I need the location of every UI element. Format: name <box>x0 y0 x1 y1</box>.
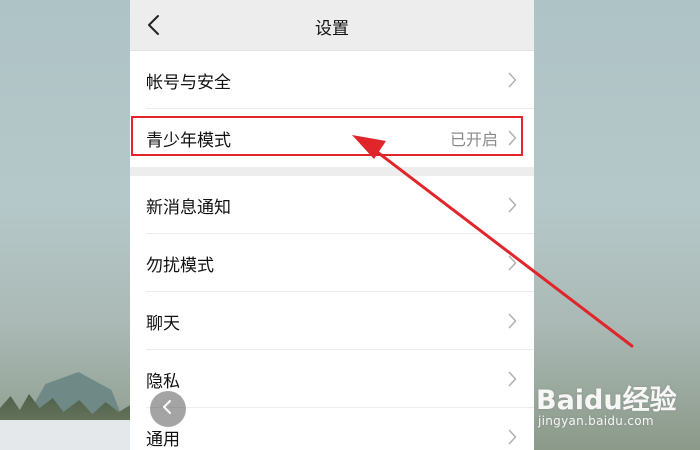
chevron-right-icon <box>508 371 517 387</box>
settings-item-label: 新消息通知 <box>146 197 231 218</box>
settings-item-general[interactable]: 通用 <box>130 408 534 450</box>
nav-bar: 设置 <box>130 0 534 51</box>
settings-item-chat[interactable]: 聊天 <box>130 292 534 350</box>
settings-item-label: 聊天 <box>146 313 180 334</box>
settings-item-label: 帐号与安全 <box>146 72 231 93</box>
settings-item-do-not-disturb[interactable]: 勿扰模式 <box>130 234 534 292</box>
settings-item-teen-mode[interactable]: 青少年模式 已开启 <box>130 109 534 167</box>
settings-item-new-message-notification[interactable]: 新消息通知 <box>130 176 534 234</box>
page-title: 设置 <box>315 19 349 39</box>
chevron-right-icon <box>508 197 517 213</box>
settings-group-account: 帐号与安全 青少年模式 已开启 <box>130 51 534 167</box>
chevron-right-icon <box>508 429 517 445</box>
settings-item-label: 通用 <box>146 429 180 450</box>
group-spacer <box>130 167 534 176</box>
watermark-url: jingyan.baidu.com <box>538 414 654 428</box>
settings-group-general: 新消息通知 勿扰模式 聊天 隐私 通用 <box>130 176 534 450</box>
floating-back-button[interactable] <box>150 391 186 427</box>
baidu-jingyan-watermark: Baidu经验 jingyan.baidu.com <box>536 374 694 434</box>
settings-item-label: 青少年模式 <box>146 130 231 151</box>
watermark-logo-text: Baidu经验 <box>536 385 677 416</box>
screen: 设置 帐号与安全 青少年模式 已开启 新消息通知 勿扰模式 聊天 隐私 通用 B… <box>0 0 700 450</box>
settings-item-privacy[interactable]: 隐私 <box>130 350 534 408</box>
chevron-left-icon <box>161 399 175 419</box>
teen-mode-status: 已开启 <box>449 130 498 149</box>
settings-panel: 设置 帐号与安全 青少年模式 已开启 新消息通知 勿扰模式 聊天 隐私 通用 <box>130 0 534 450</box>
background-snow <box>0 420 132 450</box>
chevron-right-icon <box>508 130 517 146</box>
settings-item-account-security[interactable]: 帐号与安全 <box>130 51 534 109</box>
settings-item-label: 隐私 <box>146 371 180 392</box>
chevron-right-icon <box>508 255 517 271</box>
chevron-right-icon <box>508 313 517 329</box>
settings-item-label: 勿扰模式 <box>146 255 214 276</box>
chevron-right-icon <box>508 72 517 88</box>
